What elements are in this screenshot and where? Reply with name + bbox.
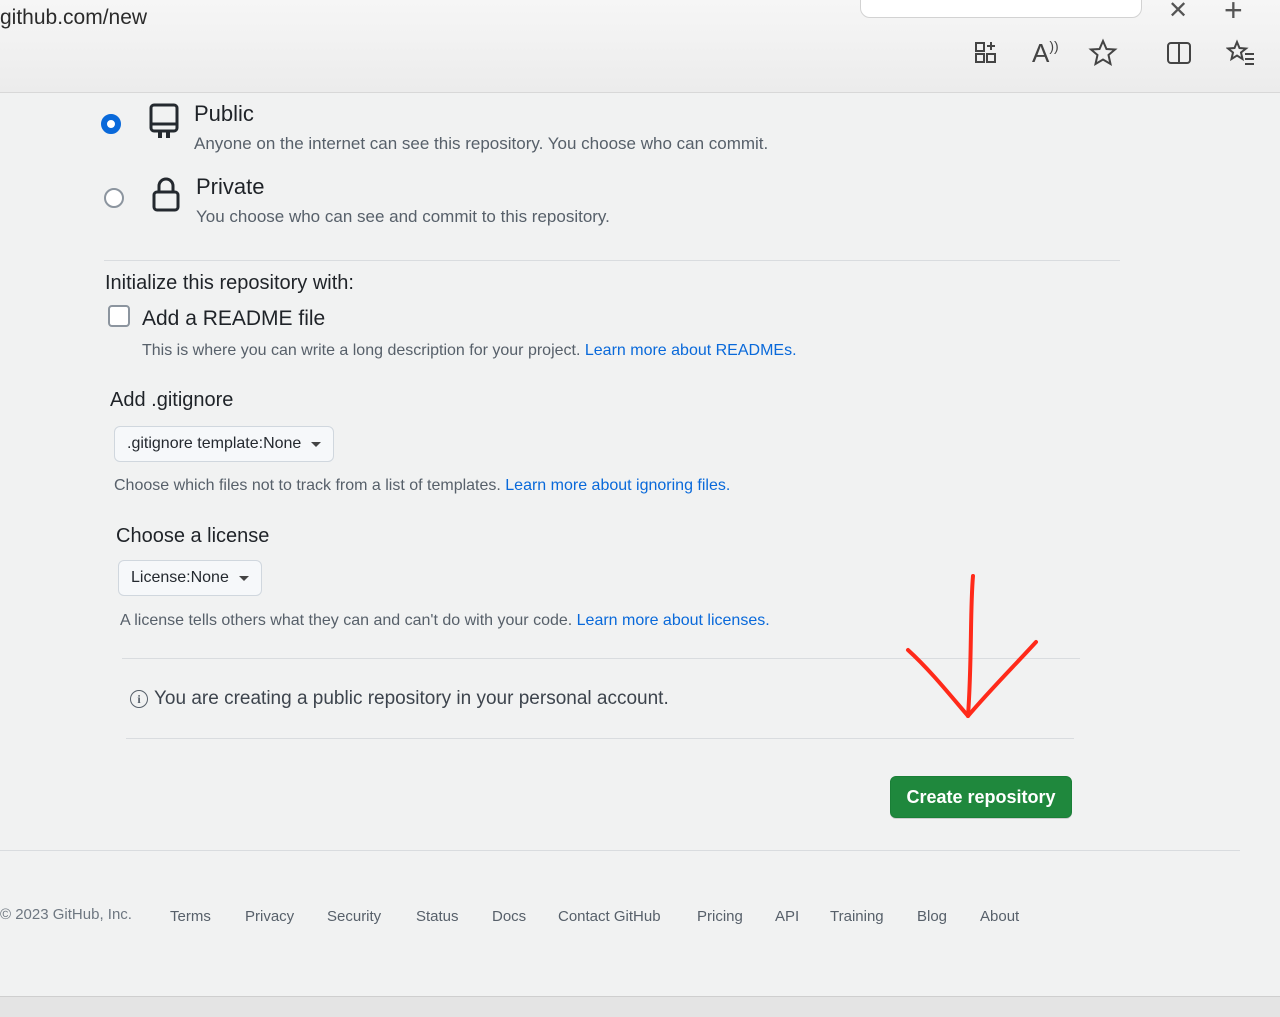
chevron-down-icon — [238, 575, 249, 581]
repo-icon — [149, 103, 179, 138]
close-tab-icon[interactable]: ✕ — [1168, 0, 1188, 25]
footer: © 2023 GitHub, Inc. Terms Privacy Securi… — [0, 906, 1280, 946]
footer-link-security[interactable]: Security — [327, 908, 381, 925]
browser-toolbar: github.com/new ✕ + A)) — [0, 0, 1280, 93]
visibility-notice-text: You are creating a public repository in … — [154, 688, 669, 709]
license-help: A license tells others what they can and… — [120, 612, 770, 630]
new-repository-form: Public Anyone on the internet can see th… — [0, 92, 1280, 1016]
footer-link-pricing[interactable]: Pricing — [697, 908, 743, 925]
readme-help: This is where you can write a long descr… — [142, 342, 797, 360]
private-description: You choose who can see and commit to thi… — [196, 207, 610, 226]
license-heading: Choose a license — [116, 525, 270, 547]
gitignore-help-text: Choose which files not to track from a l… — [114, 477, 501, 494]
read-aloud-icon[interactable]: A)) — [1032, 38, 1059, 69]
footer-link-api[interactable]: API — [775, 908, 799, 925]
private-title: Private — [196, 174, 265, 199]
gitignore-heading: Add .gitignore — [110, 389, 234, 411]
chevron-down-icon — [311, 441, 322, 447]
footer-link-contact[interactable]: Contact GitHub — [558, 908, 661, 925]
footer-link-terms[interactable]: Terms — [170, 908, 211, 925]
public-radio[interactable] — [101, 114, 121, 134]
section-divider — [126, 738, 1074, 739]
gitignore-template-select[interactable]: .gitignore template:None — [114, 426, 335, 462]
initialize-heading: Initialize this repository with: — [105, 272, 354, 294]
browser-tab[interactable] — [860, 0, 1142, 18]
license-select[interactable]: License:None — [118, 560, 262, 596]
lock-icon — [152, 177, 180, 212]
favorite-star-icon[interactable] — [1088, 38, 1118, 68]
readme-label[interactable]: Add a README file — [142, 307, 325, 331]
taskbar — [0, 996, 1280, 1017]
private-radio[interactable] — [104, 188, 124, 208]
footer-divider — [0, 850, 1240, 851]
footer-link-docs[interactable]: Docs — [492, 908, 526, 925]
info-icon: i — [130, 690, 148, 708]
footer-link-blog[interactable]: Blog — [917, 908, 947, 925]
app-available-icon[interactable] — [972, 38, 1002, 68]
footer-link-about[interactable]: About — [980, 908, 1019, 925]
readme-help-text: This is where you can write a long descr… — [142, 342, 581, 359]
license-select-text: License:None — [131, 569, 229, 586]
gitignore-learn-more-link[interactable]: Learn more about ignoring files. — [505, 477, 730, 494]
public-description: Anyone on the internet can see this repo… — [194, 134, 769, 153]
favorites-list-icon[interactable] — [1225, 38, 1256, 68]
license-help-text: A license tells others what they can and… — [120, 612, 573, 629]
split-screen-icon[interactable] — [1164, 38, 1194, 68]
visibility-notice: i You are creating a public repository i… — [130, 688, 669, 710]
create-repository-button[interactable]: Create repository — [890, 776, 1072, 818]
footer-link-status[interactable]: Status — [416, 908, 459, 925]
license-learn-more-link[interactable]: Learn more about licenses. — [577, 612, 770, 629]
new-tab-icon[interactable]: + — [1224, 0, 1243, 29]
section-divider — [104, 260, 1120, 261]
gitignore-select-text: .gitignore template:None — [127, 435, 302, 452]
gitignore-help: Choose which files not to track from a l… — [114, 477, 730, 495]
readme-checkbox[interactable] — [108, 305, 130, 327]
footer-link-privacy[interactable]: Privacy — [245, 908, 294, 925]
public-title: Public — [194, 101, 254, 126]
readme-learn-more-link[interactable]: Learn more about READMEs. — [585, 342, 797, 359]
footer-link-training[interactable]: Training — [830, 908, 884, 925]
address-bar[interactable]: github.com/new — [0, 6, 147, 30]
footer-copyright: © 2023 GitHub, Inc. — [0, 906, 132, 923]
red-arrow-annotation — [906, 574, 1038, 718]
